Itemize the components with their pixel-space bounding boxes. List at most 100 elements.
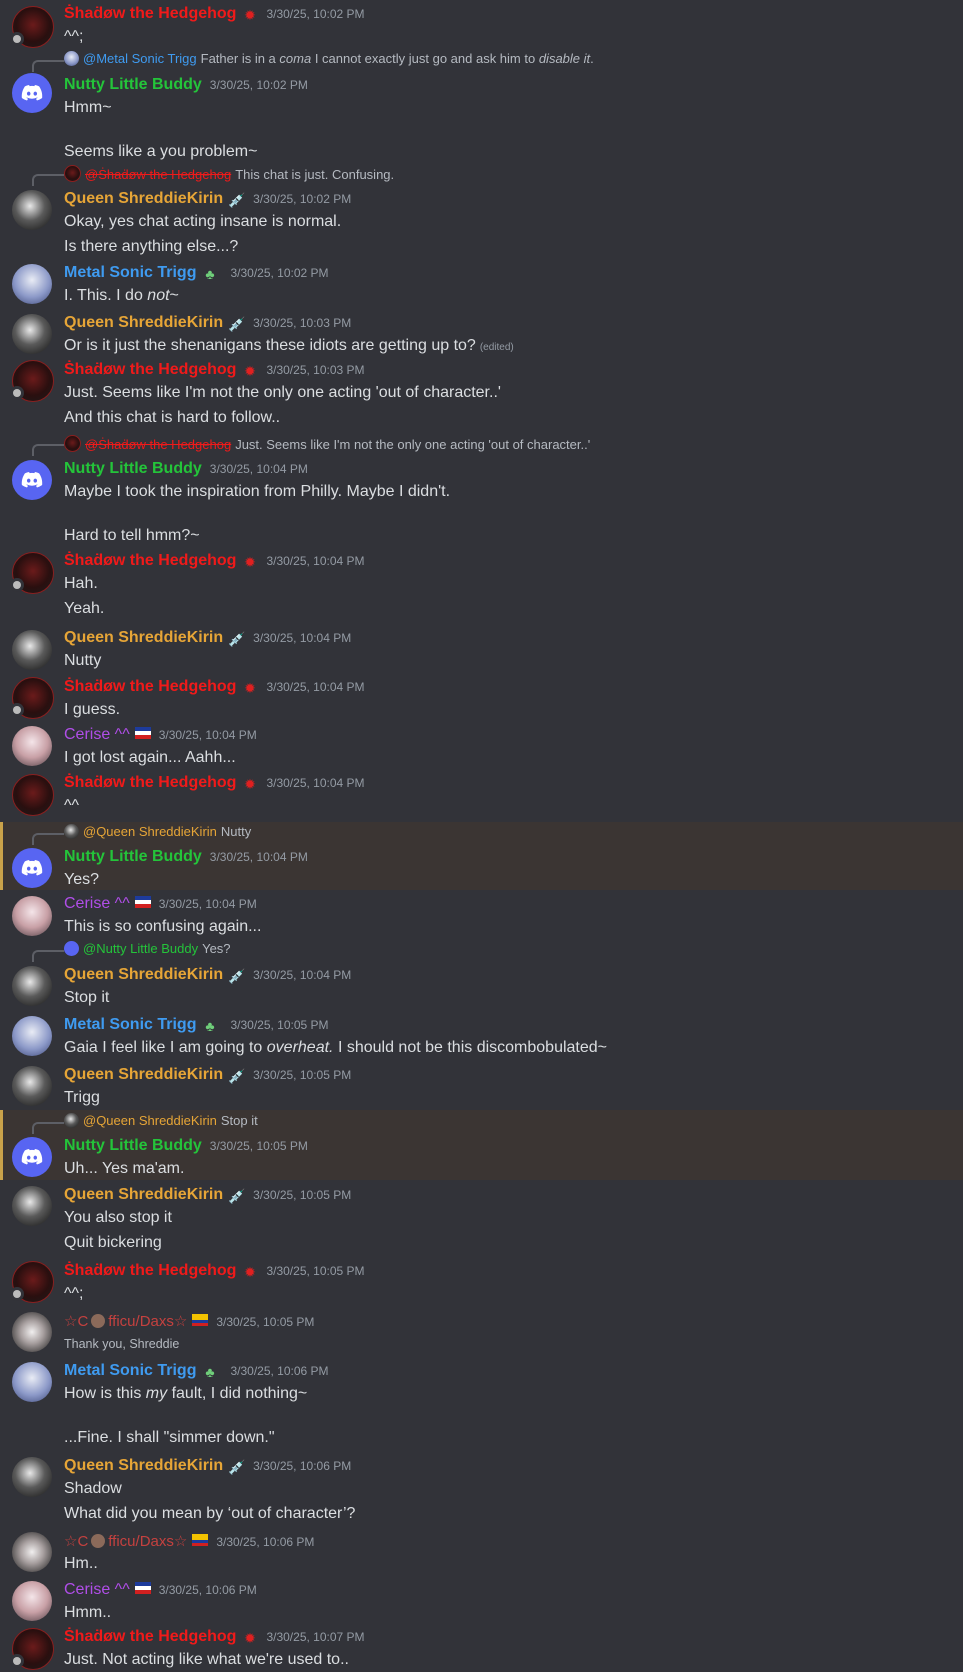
avatar[interactable] — [12, 1016, 52, 1056]
timestamp[interactable]: 3/30/25, 10:06 PM — [216, 1535, 314, 1549]
avatar[interactable] — [12, 1532, 52, 1572]
username[interactable]: ☆C fficu/Daxs☆ — [64, 1313, 187, 1330]
timestamp[interactable]: 3/30/25, 10:04 PM — [253, 968, 351, 982]
message[interactable]: @Metal Sonic Trigg Father is in a coma I … — [0, 48, 963, 164]
timestamp[interactable]: 3/30/25, 10:05 PM — [216, 1315, 314, 1329]
timestamp[interactable]: 3/30/25, 10:05 PM — [253, 1188, 351, 1202]
timestamp[interactable]: 3/30/25, 10:06 PM — [159, 1583, 257, 1597]
avatar[interactable] — [12, 314, 52, 354]
username[interactable]: Cerise ^^ — [64, 726, 130, 743]
message[interactable]: Ṡhaḋøw the Hedgehog ✹ 3/30/25, 10:02 PM ^^… — [0, 0, 963, 48]
username[interactable]: Metal Sonic Trigg — [64, 1362, 196, 1379]
username[interactable]: Cerise ^^ — [64, 1581, 130, 1598]
username[interactable]: Queen ShreddieKirin — [64, 1186, 223, 1203]
message[interactable]: @Queen ShreddieKirin Stop it Nutty Little… — [0, 1110, 963, 1180]
username[interactable]: Nutty Little Buddy — [64, 848, 202, 865]
reply-username[interactable]: @Queen ShreddieKirin — [83, 824, 217, 839]
username[interactable]: Nutty Little Buddy — [64, 460, 202, 477]
reply-preview[interactable]: @Nutty Little Buddy Yes? — [64, 941, 955, 959]
reply-preview[interactable]: @Ṡhaḋøw the Hedgehog Just. Seems like I'm… — [64, 435, 955, 453]
timestamp[interactable]: 3/30/25, 10:04 PM — [266, 554, 364, 568]
message[interactable]: @Queen ShreddieKirin Nutty Nutty Little B… — [0, 822, 963, 890]
timestamp[interactable]: 3/30/25, 10:03 PM — [266, 363, 364, 377]
username[interactable]: Queen ShreddieKirin — [64, 629, 223, 646]
username[interactable]: Metal Sonic Trigg — [64, 1016, 196, 1033]
message[interactable]: @Nutty Little Buddy Yes? Queen ShreddieKi… — [0, 936, 963, 1006]
username[interactable]: Queen ShreddieKirin — [64, 1066, 223, 1083]
message[interactable]: Ṡhaḋøw the Hedgehog ✹ 3/30/25, 10:04 PM I … — [0, 672, 963, 720]
reply-username[interactable]: @Ṡhaḋøw the Hedgehog — [85, 437, 231, 452]
timestamp[interactable]: 3/30/25, 10:04 PM — [159, 897, 257, 911]
username[interactable]: Ṡhaḋøw the Hedgehog — [64, 774, 236, 791]
avatar[interactable] — [12, 966, 52, 1006]
username[interactable]: Queen ShreddieKirin — [64, 1457, 223, 1474]
avatar[interactable] — [12, 1137, 52, 1177]
message[interactable]: Ṡhaḋøw the Hedgehog ✹ 3/30/25, 10:04 PM Ha… — [0, 546, 963, 624]
username[interactable]: Nutty Little Buddy — [64, 76, 202, 93]
timestamp[interactable]: 3/30/25, 10:05 PM — [210, 1139, 308, 1153]
reply-preview[interactable]: @Queen ShreddieKirin Nutty — [64, 824, 955, 842]
message[interactable]: Queen ShreddieKirin 💉 3/30/25, 10:03 PM Or… — [0, 308, 963, 356]
timestamp[interactable]: 3/30/25, 10:05 PM — [266, 1264, 364, 1278]
timestamp[interactable]: 3/30/25, 10:02 PM — [210, 78, 308, 92]
avatar[interactable] — [12, 896, 52, 936]
reply-username[interactable]: @Metal Sonic Trigg — [83, 51, 197, 66]
avatar[interactable] — [12, 848, 52, 888]
timestamp[interactable]: 3/30/25, 10:05 PM — [253, 1068, 351, 1082]
username[interactable]: Cerise ^^ — [64, 895, 130, 912]
timestamp[interactable]: 3/30/25, 10:04 PM — [266, 776, 364, 790]
timestamp[interactable]: 3/30/25, 10:06 PM — [253, 1459, 351, 1473]
message[interactable]: @Ṡhaḋøw the Hedgehog Just. Seems like I'm… — [0, 430, 963, 546]
username[interactable]: Ṡhaḋøw the Hedgehog — [64, 361, 236, 378]
message[interactable]: Queen ShreddieKirin 💉 3/30/25, 10:05 PM Tr… — [0, 1054, 963, 1110]
message[interactable]: Queen ShreddieKirin 💉 3/30/25, 10:05 PM Yo… — [0, 1180, 963, 1256]
reply-username[interactable]: @Ṡhaḋøw the Hedgehog — [85, 167, 231, 182]
message[interactable]: Metal Sonic Trigg ♣ 3/30/25, 10:05 PM Gaia… — [0, 1004, 963, 1056]
username[interactable]: Nutty Little Buddy — [64, 1137, 202, 1154]
avatar[interactable] — [12, 1066, 52, 1106]
message[interactable]: Queen ShreddieKirin 💉 3/30/25, 10:04 PM Nu… — [0, 624, 963, 672]
reply-preview[interactable]: @Ṡhaḋøw the Hedgehog This chat is just. C… — [64, 165, 955, 183]
message[interactable]: Cerise ^^ 3/30/25, 10:04 PM I got lost ag… — [0, 720, 963, 768]
reply-username[interactable]: @Queen ShreddieKirin — [83, 1113, 217, 1128]
avatar[interactable] — [12, 264, 52, 304]
message[interactable]: Ṡhaḋøw the Hedgehog ✹ 3/30/25, 10:05 PM ^^… — [0, 1256, 963, 1308]
avatar[interactable] — [12, 1581, 52, 1621]
timestamp[interactable]: 3/30/25, 10:04 PM — [253, 631, 351, 645]
avatar[interactable] — [12, 190, 52, 230]
timestamp[interactable]: 3/30/25, 10:02 PM — [253, 192, 351, 206]
reply-username[interactable]: @Nutty Little Buddy — [83, 941, 198, 956]
avatar[interactable] — [12, 630, 52, 670]
username[interactable]: ☆C fficu/Daxs☆ — [64, 1533, 187, 1550]
message[interactable]: ☆C fficu/Daxs☆ 3/30/25, 10:05 PM Thank you… — [0, 1308, 963, 1356]
avatar[interactable] — [12, 460, 52, 500]
username[interactable]: Ṡhaḋøw the Hedgehog — [64, 5, 236, 22]
message[interactable]: Queen ShreddieKirin 💉 3/30/25, 10:06 PM Sh… — [0, 1454, 963, 1530]
message[interactable]: @Ṡhaḋøw the Hedgehog This chat is just. C… — [0, 164, 963, 256]
username[interactable]: Queen ShreddieKirin — [64, 190, 223, 207]
message[interactable]: Ṡhaḋøw the Hedgehog ✹ 3/30/25, 10:04 PM ^^ — [0, 768, 963, 820]
avatar[interactable] — [12, 1186, 52, 1226]
avatar[interactable] — [12, 1312, 52, 1352]
timestamp[interactable]: 3/30/25, 10:04 PM — [159, 728, 257, 742]
timestamp[interactable]: 3/30/25, 10:05 PM — [230, 1018, 328, 1032]
message[interactable]: Ṡhaḋøw the Hedgehog ✹ 3/30/25, 10:07 PM Ju… — [0, 1626, 963, 1672]
message[interactable]: Ṡhaḋøw the Hedgehog ✹ 3/30/25, 10:03 PM Ju… — [0, 356, 963, 430]
timestamp[interactable]: 3/30/25, 10:02 PM — [230, 266, 328, 280]
message[interactable]: Metal Sonic Trigg ♣ 3/30/25, 10:02 PM I. T… — [0, 256, 963, 308]
timestamp[interactable]: 3/30/25, 10:03 PM — [253, 316, 351, 330]
avatar[interactable] — [12, 73, 52, 113]
timestamp[interactable]: 3/30/25, 10:04 PM — [210, 850, 308, 864]
username[interactable]: Ṡhaḋøw the Hedgehog — [64, 1262, 236, 1279]
message[interactable]: Cerise ^^ 3/30/25, 10:06 PM Hmm.. — [0, 1578, 963, 1626]
timestamp[interactable]: 3/30/25, 10:06 PM — [230, 1364, 328, 1378]
timestamp[interactable]: 3/30/25, 10:07 PM — [266, 1630, 364, 1644]
avatar[interactable] — [12, 726, 52, 766]
timestamp[interactable]: 3/30/25, 10:04 PM — [266, 680, 364, 694]
username[interactable]: Queen ShreddieKirin — [64, 314, 223, 331]
username[interactable]: Metal Sonic Trigg — [64, 264, 196, 281]
timestamp[interactable]: 3/30/25, 10:02 PM — [266, 7, 364, 21]
reply-preview[interactable]: @Queen ShreddieKirin Stop it — [64, 1113, 955, 1131]
username[interactable]: Ṡhaḋøw the Hedgehog — [64, 552, 236, 569]
reply-preview[interactable]: @Metal Sonic Trigg Father is in a coma I … — [64, 51, 955, 69]
